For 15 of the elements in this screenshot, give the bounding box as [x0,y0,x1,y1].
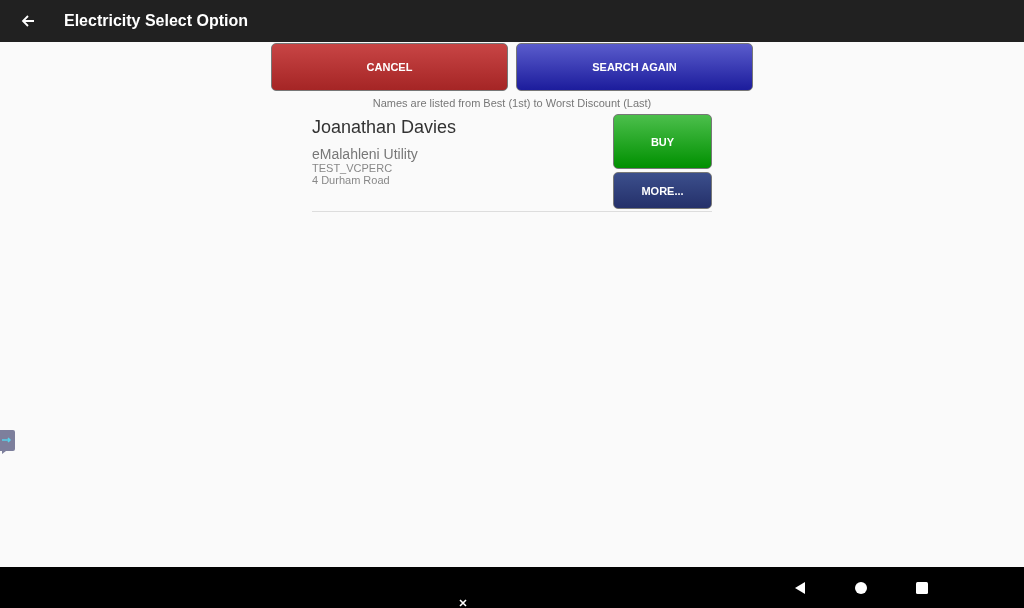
recents-square-icon[interactable] [915,580,929,595]
more-button[interactable]: MORE... [613,172,712,209]
back-triangle-icon[interactable] [793,580,807,595]
expand-icon[interactable] [459,599,467,607]
customer-address: 4 Durham Road [312,174,391,186]
floating-chat-icon[interactable] [0,429,16,455]
cancel-button[interactable]: CANCEL [271,43,508,91]
customer-name: Joanathan Davies [312,117,457,138]
sort-hint: Names are listed from Best (1st) to Worst Discount (Last) [372,97,652,109]
back-arrow-icon[interactable] [20,13,36,29]
utility-name: eMalahleni Utility [312,146,419,162]
meter-code: TEST_VCPERC [312,162,394,174]
home-circle-icon[interactable] [854,580,868,595]
screen-title: Electricity Select Option [64,12,249,30]
search-button[interactable]: SEARCH AGAIN [516,43,753,91]
